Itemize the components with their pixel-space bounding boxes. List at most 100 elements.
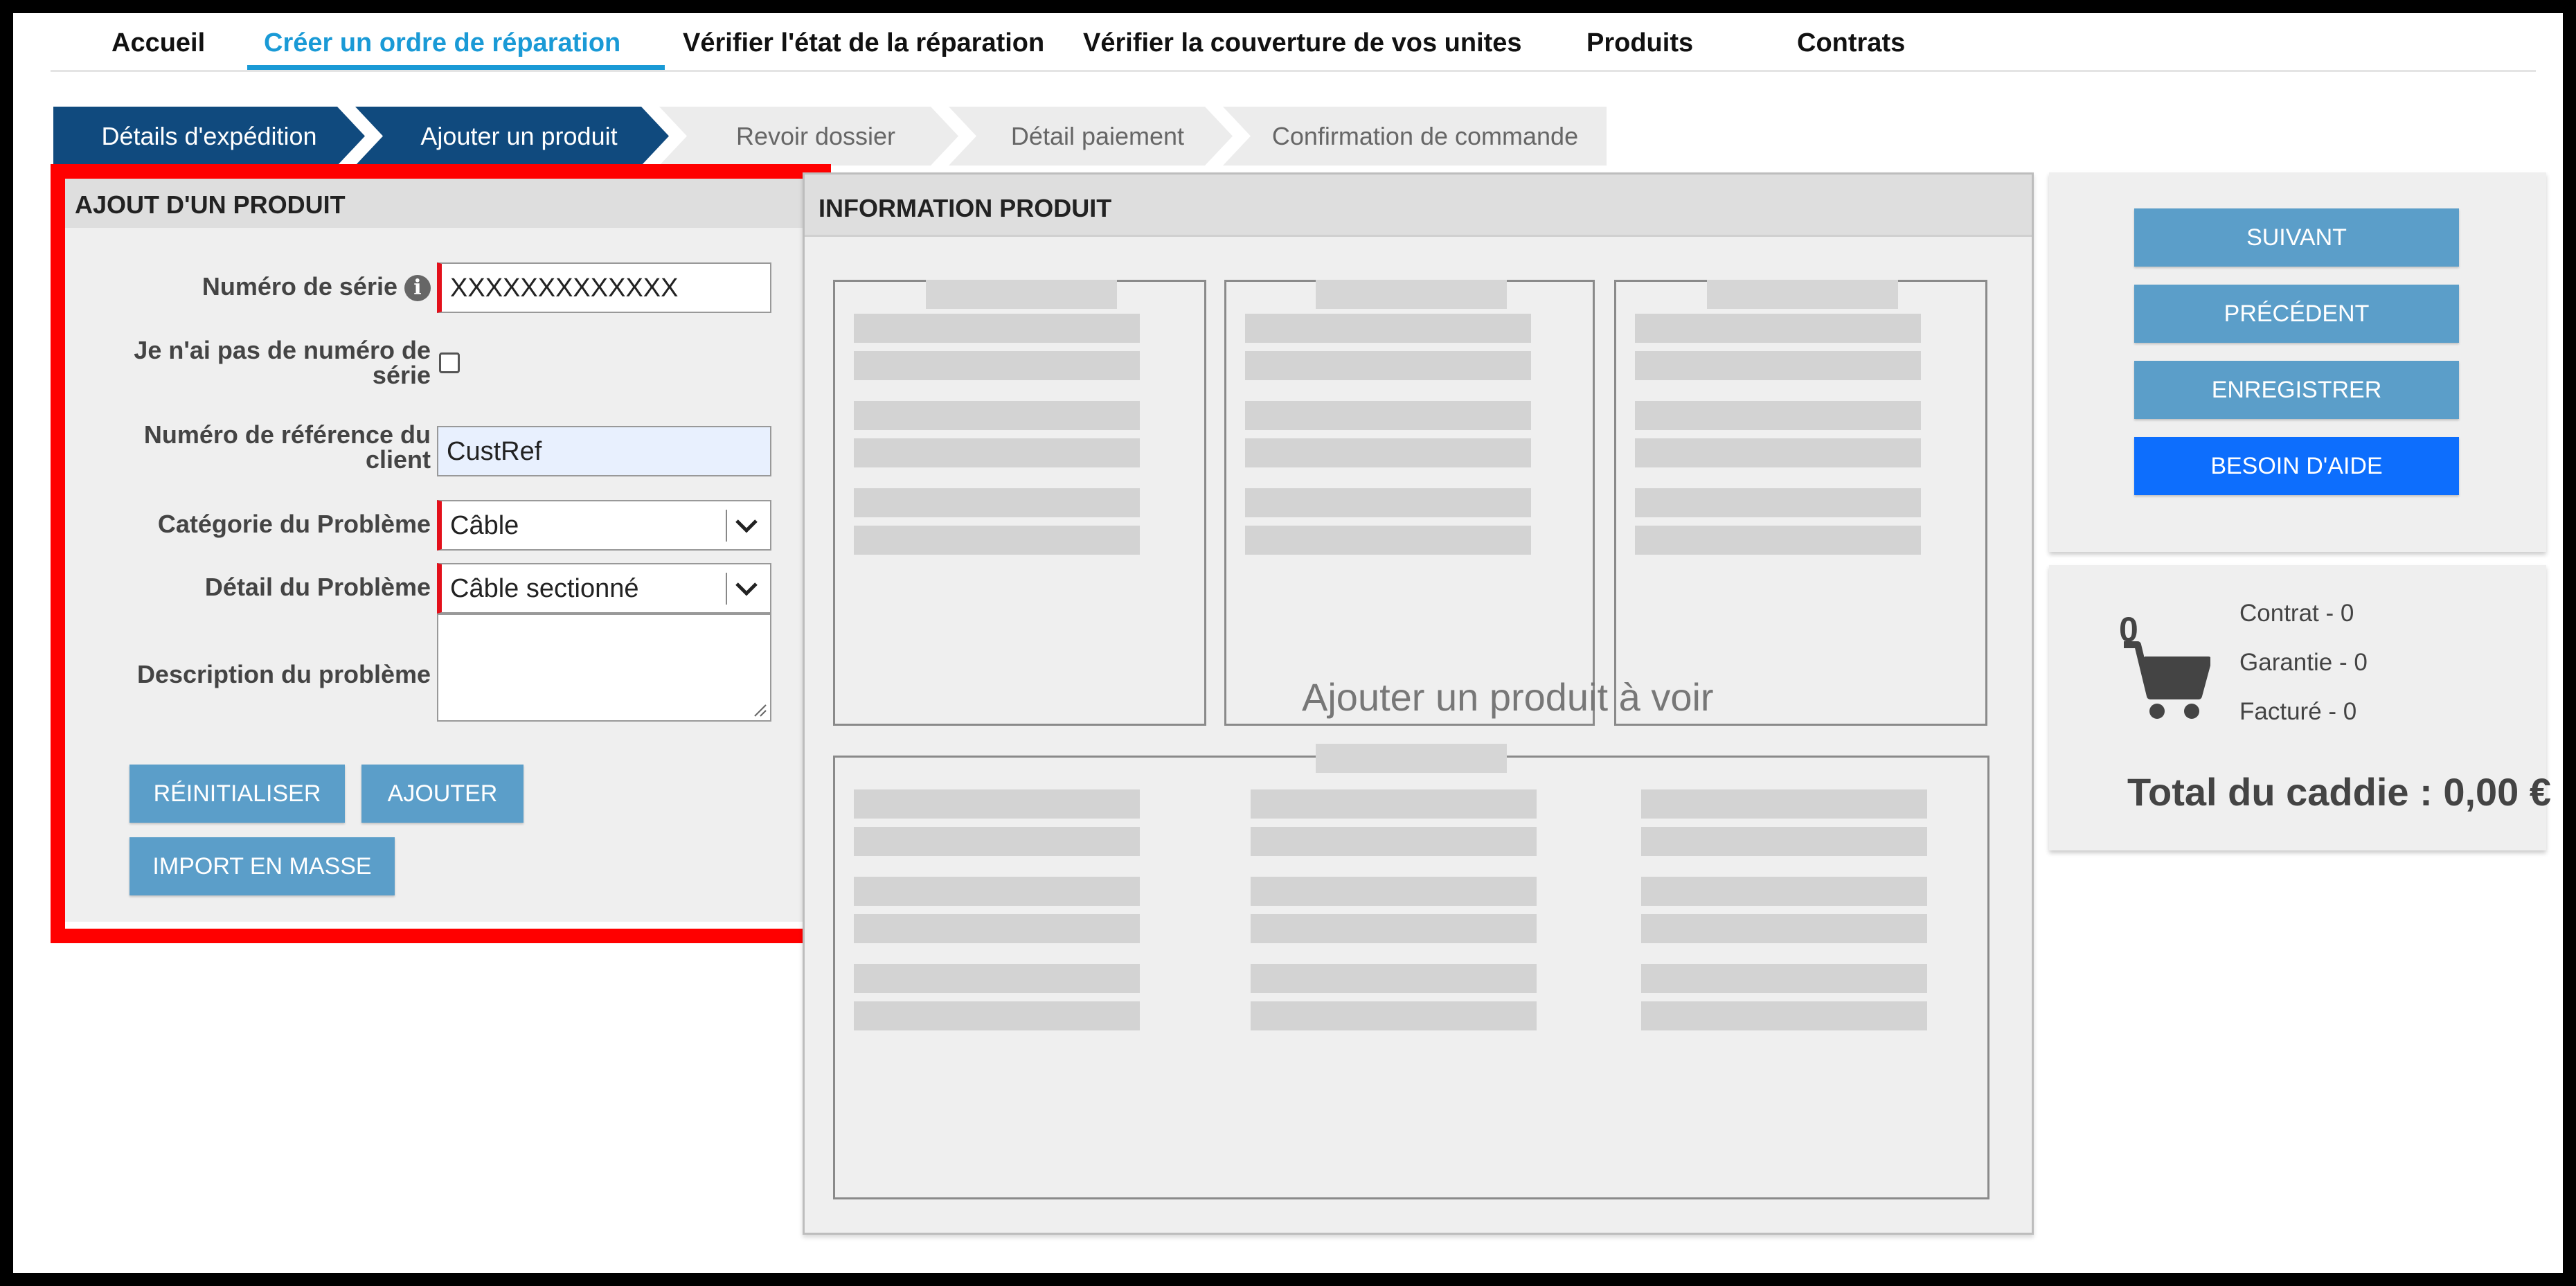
skeleton-card xyxy=(833,280,1206,726)
skeleton-line xyxy=(854,1001,1140,1030)
skeleton-line xyxy=(854,827,1140,856)
add-product-title: AJOUT D'UN PRODUIT xyxy=(65,179,816,228)
skeleton-line xyxy=(1641,964,1927,993)
customer-reference-label-line1: Numéro de référence du xyxy=(143,420,431,449)
step-label: Revoir dossier xyxy=(735,121,896,150)
problem-description-label: Description du problème xyxy=(136,660,431,688)
nav-accueil[interactable]: Accueil xyxy=(111,28,205,58)
skeleton-line xyxy=(854,964,1140,993)
skeleton-tab xyxy=(1316,744,1507,773)
skeleton-line xyxy=(1245,488,1531,517)
skeleton-line xyxy=(1251,1001,1537,1030)
step-review-file: Revoir dossier xyxy=(659,107,958,166)
skeleton-line xyxy=(1251,827,1537,856)
problem-description-textarea[interactable] xyxy=(437,614,771,722)
select-divider xyxy=(726,573,727,605)
skeleton-line xyxy=(1245,351,1531,380)
reset-button[interactable]: RÉINITIALISER xyxy=(129,765,345,823)
skeleton-line xyxy=(1641,914,1927,943)
chevron-down-icon xyxy=(735,519,758,533)
skeleton-line xyxy=(1245,526,1531,555)
next-button[interactable]: SUIVANT xyxy=(2134,208,2459,267)
nav-contracts[interactable]: Contrats xyxy=(1797,28,1905,58)
skeleton-line xyxy=(1635,314,1921,343)
skeleton-line xyxy=(1245,438,1531,467)
skeleton-line xyxy=(854,526,1140,555)
cart-warranty-count: Garantie - 0 xyxy=(2239,649,2368,676)
step-label: Détails d'expédition xyxy=(101,121,317,150)
add-button[interactable]: AJOUTER xyxy=(361,765,524,823)
serial-number-input[interactable]: XXXXXXXXXXXXX xyxy=(437,262,771,313)
skeleton-line xyxy=(854,914,1140,943)
no-serial-checkbox[interactable] xyxy=(439,352,460,373)
chevron-down-icon xyxy=(735,582,758,596)
skeleton-line xyxy=(1635,526,1921,555)
customer-reference-label: Numéro de référence du client xyxy=(144,422,431,472)
add-product-highlight: AJOUT D'UN PRODUIT Numéro de série i XXXX… xyxy=(51,164,831,943)
skeleton-line xyxy=(1245,314,1531,343)
shopping-cart-icon xyxy=(2124,641,2210,719)
bulk-import-button[interactable]: IMPORT EN MASSE xyxy=(129,837,395,895)
skeleton-line xyxy=(1251,914,1537,943)
info-icon[interactable]: i xyxy=(404,275,431,302)
step-label: Détail paiement xyxy=(1010,121,1185,150)
skeleton-tab xyxy=(926,280,1117,309)
skeleton-line xyxy=(854,789,1140,819)
skeleton-line xyxy=(1635,488,1921,517)
product-information-title: INFORMATION PRODUIT xyxy=(805,175,2032,237)
serial-number-label-text: Numéro de série xyxy=(202,272,397,301)
skeleton-line xyxy=(854,351,1140,380)
problem-category-label: Catégorie du Problème xyxy=(157,510,431,538)
problem-detail-select[interactable]: Câble sectionné xyxy=(437,563,771,614)
problem-detail-value: Câble sectionné xyxy=(450,574,639,603)
serial-number-label: Numéro de série i xyxy=(202,272,431,302)
nav-check-repair-status[interactable]: Vérifier l'état de la réparation xyxy=(683,28,1044,58)
skeleton-line xyxy=(1635,401,1921,430)
nav-check-coverage[interactable]: Vérifier la couverture de vos unites xyxy=(1083,28,1522,58)
cart-panel: 0 Contrat - 0 Garantie - 0 Facturé - 0 T… xyxy=(2049,565,2551,850)
problem-category-select[interactable]: Câble xyxy=(437,500,771,551)
step-label: Ajouter un produit xyxy=(420,121,618,150)
skeleton-line xyxy=(854,401,1140,430)
skeleton-line xyxy=(854,438,1140,467)
problem-category-value: Câble xyxy=(450,511,519,540)
cart-count: 0 xyxy=(2119,610,2138,649)
skeleton-line xyxy=(1641,827,1927,856)
skeleton-line xyxy=(854,877,1140,906)
skeleton-tab xyxy=(1707,280,1898,309)
actions-panel: SUIVANT PRÉCÉDENT ENREGISTRER BESOIN D'A… xyxy=(2049,172,2546,552)
cart-total: Total du caddie : 0,00 € xyxy=(2127,770,2552,814)
add-product-placeholder: Ajouter un produit à voir xyxy=(1302,675,1714,719)
skeleton-tab xyxy=(1316,280,1507,309)
skeleton-line xyxy=(1251,789,1537,819)
step-add-product[interactable]: Ajouter un produit xyxy=(355,107,669,166)
nav-active-indicator xyxy=(247,65,665,70)
nav-create-repair-order[interactable]: Créer un ordre de réparation xyxy=(264,28,620,58)
skeleton-line xyxy=(1251,877,1537,906)
skeleton-line xyxy=(854,488,1140,517)
customer-reference-label-line2: client xyxy=(365,445,431,474)
skeleton-line xyxy=(1641,877,1927,906)
page-frame: Accueil Créer un ordre de réparation Vér… xyxy=(13,13,2563,1273)
top-navigation: Accueil Créer un ordre de réparation Vér… xyxy=(51,13,2536,72)
nav-products[interactable]: Produits xyxy=(1586,28,1693,58)
cart-billed-count: Facturé - 0 xyxy=(2239,698,2357,725)
resize-grip-icon[interactable] xyxy=(751,701,767,717)
step-shipping-details[interactable]: Détails d'expédition xyxy=(53,107,365,166)
previous-button[interactable]: PRÉCÉDENT xyxy=(2134,285,2459,343)
no-serial-label-line2: série xyxy=(372,361,431,389)
skeleton-card xyxy=(1224,280,1595,726)
skeleton-line xyxy=(1641,1001,1927,1030)
customer-reference-input[interactable]: CustRef xyxy=(437,426,771,476)
skeleton-line xyxy=(854,314,1140,343)
save-button[interactable]: ENREGISTRER xyxy=(2134,361,2459,419)
add-product-panel: AJOUT D'UN PRODUIT Numéro de série i XXXX… xyxy=(65,179,816,922)
skeleton-card-wide xyxy=(833,744,1989,1199)
help-button[interactable]: BESOIN D'AIDE xyxy=(2134,437,2459,495)
skeleton-card xyxy=(1614,280,1987,726)
step-payment-details: Détail paiement xyxy=(949,107,1233,166)
skeleton-line xyxy=(1641,789,1927,819)
no-serial-label-line1: Je n'ai pas de numéro de xyxy=(134,336,431,364)
skeleton-line xyxy=(1245,401,1531,430)
problem-detail-label: Détail du Problème xyxy=(204,573,431,601)
